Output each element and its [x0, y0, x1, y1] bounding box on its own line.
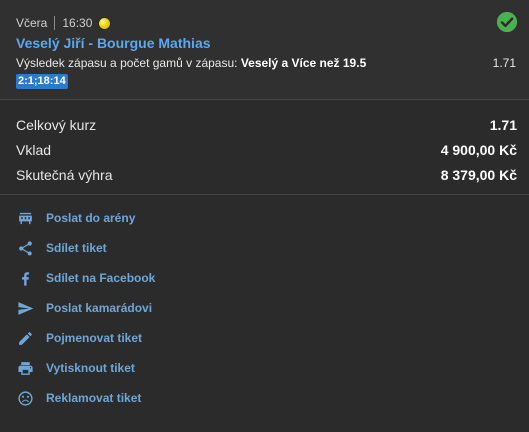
complain-ticket-button[interactable]: Reklamovat tiket	[16, 386, 316, 410]
action-label: Pojmenovat tiket	[46, 331, 143, 345]
win-label: Skutečná výhra	[16, 167, 113, 183]
match-title[interactable]: Veselý Jiří - Bourgue Mathias	[16, 35, 211, 51]
action-label: Poslat kamarádovi	[46, 301, 153, 315]
action-label: Reklamovat tiket	[46, 391, 142, 405]
send-to-arena-button[interactable]: Poslat do arény	[16, 206, 316, 230]
meta-divider	[54, 16, 56, 30]
share-ticket-button[interactable]: Sdílet tiket	[16, 236, 316, 260]
stake-value: 4 900,00 Kč	[440, 142, 517, 158]
share-facebook-button[interactable]: Sdílet na Facebook	[16, 266, 316, 290]
bet-selection: Veselý a Více než 19.5	[240, 56, 367, 70]
arena-icon	[16, 209, 34, 227]
market-label: Výsledek zápasu a počet gamů v zápasu:	[16, 56, 238, 70]
bet-day: Včera	[16, 16, 48, 30]
win-value: 8 379,00 Kč	[440, 167, 517, 183]
send-icon	[16, 299, 34, 317]
score-badge: 2:1;18:14	[16, 74, 68, 89]
action-label: Poslat do arény	[46, 211, 136, 225]
stake-label: Vklad	[16, 142, 52, 158]
action-label: Vytisknout tiket	[46, 361, 135, 375]
facebook-icon	[16, 269, 34, 287]
send-to-friend-button[interactable]: Poslat kamarádovi	[16, 296, 316, 320]
pencil-icon	[16, 329, 34, 347]
printer-icon	[16, 359, 34, 377]
total-odds-label: Celkový kurz	[16, 117, 97, 133]
rename-ticket-button[interactable]: Pojmenovat tiket	[16, 326, 316, 350]
bet-market: Výsledek zápasu a počet gamů v zápasu: V…	[16, 56, 366, 70]
ticket-detail: Včera 16:30 Veselý Jiří - Bourgue Mathia…	[0, 0, 529, 432]
ticket-totals: Celkový kurz 1.71 Vklad 4 900,00 Kč Skut…	[0, 101, 529, 195]
check-circle-icon	[496, 11, 518, 33]
action-label: Sdílet tiket	[46, 241, 107, 255]
total-odds-value: 1.71	[489, 117, 517, 133]
bet-market-row: Výsledek zápasu a počet gamů v zápasu: V…	[16, 56, 516, 70]
stake-row: Vklad 4 900,00 Kč	[16, 142, 517, 158]
bet-time: 16:30	[62, 16, 93, 30]
total-odds-row: Celkový kurz 1.71	[16, 117, 517, 133]
win-row: Skutečná výhra 8 379,00 Kč	[16, 167, 517, 183]
bet-odds: 1.71	[492, 56, 516, 70]
tennis-ball-icon	[99, 17, 111, 29]
print-ticket-button[interactable]: Vytisknout tiket	[16, 356, 316, 380]
bet-item: Včera 16:30 Veselý Jiří - Bourgue Mathia…	[0, 0, 529, 100]
action-label: Sdílet na Facebook	[46, 271, 156, 285]
sad-face-icon	[16, 389, 34, 407]
share-icon	[16, 239, 34, 257]
bet-meta: Včera 16:30	[16, 15, 111, 31]
